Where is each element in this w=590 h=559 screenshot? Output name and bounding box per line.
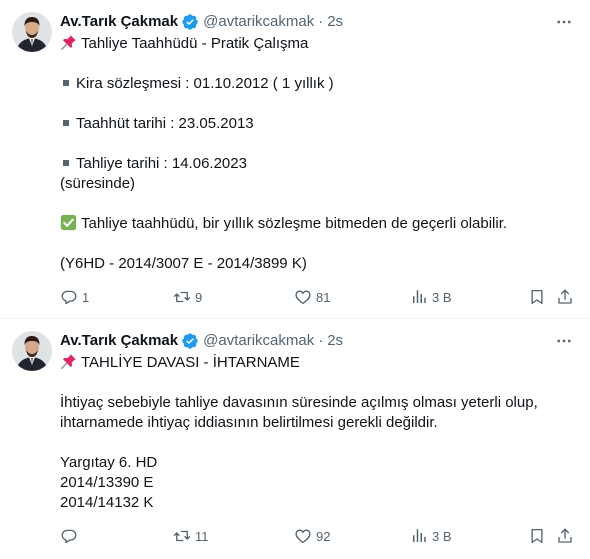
like-button[interactable]: 81 [294, 287, 330, 307]
views-icon [410, 288, 428, 306]
citation-esas: 2014/13390 E [60, 474, 154, 491]
reply-button[interactable] [60, 526, 82, 546]
like-icon [294, 288, 312, 306]
views-icon [410, 527, 428, 545]
paragraph-text: İhtiyaç sebebiyle tahliye davasının süre… [60, 394, 538, 411]
bullet-icon [63, 120, 69, 127]
more-icon[interactable] [554, 331, 574, 351]
avatar[interactable] [12, 12, 52, 52]
reference-text: (Y6HD - 2014/3007 E - 2014/3899 K) [60, 255, 307, 272]
separator-dot: · [318, 332, 324, 349]
tweet-header: Av.Tarık Çakmak @avtarikcakmak · 2s [60, 331, 574, 351]
bookmark-button[interactable] [528, 526, 546, 546]
citation-karar: 2014/14132 K [60, 494, 154, 511]
author-name[interactable]: Av.Tarık Çakmak [60, 12, 178, 32]
tweet-line: Yargıtay 6. HD [60, 453, 574, 473]
separator-dot: · [318, 13, 324, 30]
avatar[interactable] [12, 331, 52, 371]
bullet-text: Kira sözleşmesi : 01.10.2012 ( 1 yıllık … [76, 75, 334, 92]
reply-button[interactable]: 1 [60, 287, 89, 307]
tweet-text: Tahliye Taahhüdü - Pratik Çalışma Kira s… [60, 34, 574, 274]
tweet-title: TAHLİYE DAVASI - İHTARNAME [81, 354, 300, 371]
tweet-2[interactable]: Av.Tarık Çakmak @avtarikcakmak · 2s TAHL… [0, 319, 590, 559]
author-name[interactable]: Av.Tarık Çakmak [60, 331, 178, 351]
bullet-icon [63, 160, 69, 167]
share-button[interactable] [556, 526, 574, 546]
reply-count: 1 [82, 289, 90, 305]
bookmark-icon [528, 288, 546, 306]
tweet-1[interactable]: Av.Tarık Çakmak @avtarikcakmak · 2s Tahl… [0, 0, 590, 319]
like-button[interactable]: 92 [294, 526, 330, 546]
timestamp[interactable]: 2s [327, 12, 343, 32]
like-icon [294, 527, 312, 545]
bullet-icon [63, 80, 69, 87]
retweet-count: 11 [195, 528, 209, 544]
bullet-text: Tahliye tarihi : 14.06.2023 [76, 155, 247, 172]
share-icon [556, 527, 574, 545]
views-button[interactable]: 3 B [410, 526, 452, 546]
reply-icon [60, 288, 78, 306]
avatar-image [12, 331, 52, 371]
tweet-line: 2014/14132 K [60, 493, 574, 513]
check-text: Tahliye taahhüdü, bir yıllık sözleşme bi… [81, 215, 508, 232]
tweet-line: Tahliye taahhüdü, bir yıllık sözleşme bi… [60, 214, 574, 234]
note-text: (süresinde) [60, 175, 136, 192]
tweet-text: TAHLİYE DAVASI - İHTARNAME İhtiyaç sebeb… [60, 353, 574, 513]
tweet-actions: 1 9 81 3 B [60, 287, 574, 307]
timestamp[interactable]: 2s [327, 331, 343, 351]
tweet-line: Kira sözleşmesi : 01.10.2012 ( 1 yıllık … [60, 74, 574, 94]
author-handle[interactable]: @avtarikcakmak [203, 331, 314, 351]
avatar-image [12, 12, 52, 52]
views-count: 3 B [432, 528, 452, 544]
like-count: 92 [316, 528, 331, 544]
like-count: 81 [316, 289, 331, 305]
share-button[interactable] [556, 287, 574, 307]
tweet-actions: 11 92 3 B [60, 526, 574, 546]
tweet-line: (süresinde) [60, 174, 574, 194]
bookmark-icon [528, 527, 546, 545]
verified-badge-icon [181, 13, 199, 31]
share-icon [556, 288, 574, 306]
check-mark-icon [60, 214, 77, 231]
tweet-header: Av.Tarık Çakmak @avtarikcakmak · 2s [60, 12, 574, 32]
reply-icon [60, 527, 78, 545]
tweet-line: (Y6HD - 2014/3007 E - 2014/3899 K) [60, 254, 574, 274]
pushpin-icon [60, 353, 77, 370]
bullet-text: Taahhüt tarihi : 23.05.2013 [76, 115, 254, 132]
tweet-line: Tahliye tarihi : 14.06.2023 [60, 154, 574, 174]
verified-badge-icon [181, 332, 199, 350]
more-icon[interactable] [554, 12, 574, 32]
retweet-icon [173, 527, 191, 545]
retweet-button[interactable]: 11 [173, 526, 209, 546]
paragraph-text: ihtarnamede ihtiyaç iddiasının belirtilm… [60, 414, 438, 431]
retweet-icon [173, 288, 191, 306]
retweet-button[interactable]: 9 [173, 287, 202, 307]
citation-court: Yargıtay 6. HD [60, 454, 158, 471]
retweet-count: 9 [195, 289, 203, 305]
tweet-line: 2014/13390 E [60, 473, 574, 493]
tweet-line: ihtarnamede ihtiyaç iddiasının belirtilm… [60, 413, 574, 433]
tweet-title: Tahliye Taahhüdü - Pratik Çalışma [81, 35, 309, 52]
views-button[interactable]: 3 B [410, 287, 452, 307]
tweet-line: Tahliye Taahhüdü - Pratik Çalışma [60, 34, 574, 54]
tweet-line: TAHLİYE DAVASI - İHTARNAME [60, 353, 574, 373]
tweet-line: Taahhüt tarihi : 23.05.2013 [60, 114, 574, 134]
bookmark-button[interactable] [528, 287, 546, 307]
author-handle[interactable]: @avtarikcakmak [203, 12, 314, 32]
tweet-line: İhtiyaç sebebiyle tahliye davasının süre… [60, 393, 574, 413]
views-count: 3 B [432, 289, 452, 305]
pushpin-icon [60, 34, 77, 51]
